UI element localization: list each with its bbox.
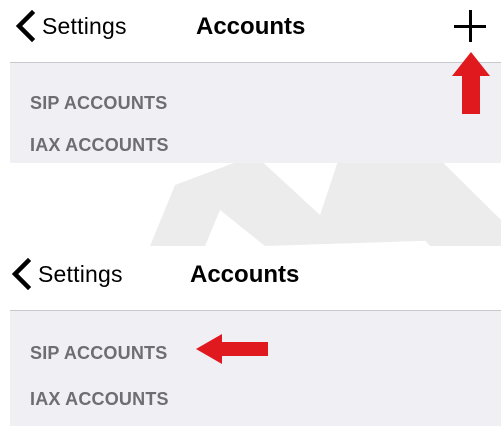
top-back-button[interactable]: Settings (14, 10, 127, 42)
bottom-accounts-list: SIP ACCOUNTS IAX ACCOUNTS (10, 310, 501, 426)
annotation-arrow-up-icon (452, 52, 490, 114)
chevron-left-icon (15, 10, 36, 42)
page-title: Accounts (196, 13, 306, 40)
page-title: Accounts (190, 261, 300, 288)
tutorial-canvas: Settings Accounts SIP ACCOUNTS IAX ACCOU… (0, 0, 501, 426)
list-item-sip-accounts[interactable]: SIP ACCOUNTS (30, 343, 167, 364)
annotation-arrow-left-icon (196, 334, 268, 364)
list-item-iax-accounts[interactable]: IAX ACCOUNTS (30, 135, 169, 156)
top-accounts-list: SIP ACCOUNTS IAX ACCOUNTS (10, 62, 501, 163)
list-item-iax-accounts[interactable]: IAX ACCOUNTS (30, 389, 169, 410)
back-label: Settings (42, 12, 127, 39)
back-label: Settings (38, 260, 123, 287)
bottom-back-button[interactable]: Settings (10, 258, 123, 290)
chevron-left-icon (11, 258, 32, 290)
list-item-sip-accounts[interactable]: SIP ACCOUNTS (30, 93, 167, 114)
add-account-button[interactable] (452, 8, 488, 44)
